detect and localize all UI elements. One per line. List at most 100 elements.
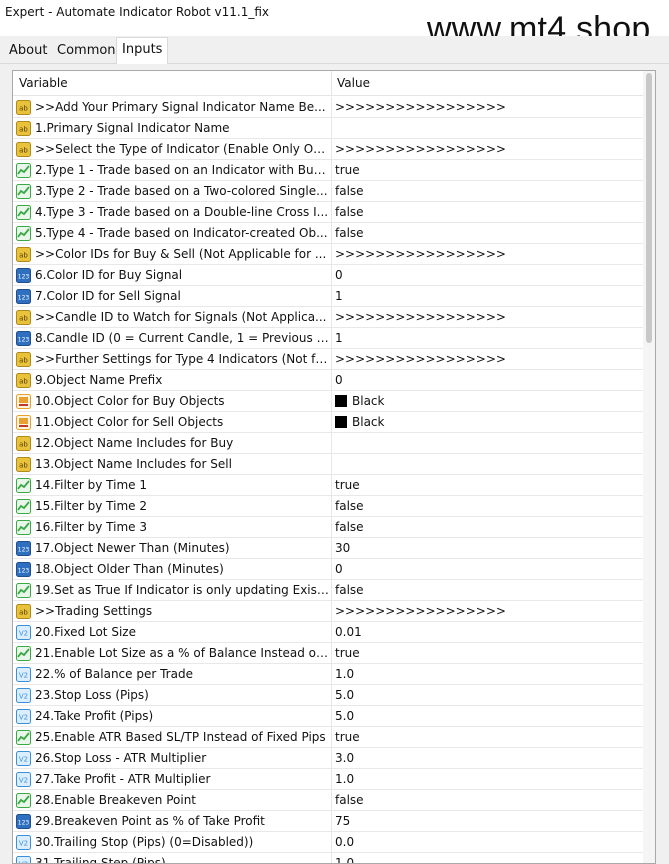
table-row[interactable]: 5.Type 4 - Trade based on Indicator-crea… [13,223,655,244]
table-row[interactable]: 123 18.Object Older Than (Minutes) 0 [13,559,655,580]
table-row[interactable]: 2.Type 1 - Trade based on an Indicator w… [13,160,655,181]
value-cell[interactable]: 75 [335,811,350,832]
value-cell[interactable]: >>>>>>>>>>>>>>>>> [335,139,506,160]
variable-name: 3.Type 2 - Trade based on a Two-colored … [35,184,328,198]
table-row[interactable]: V2 26.Stop Loss - ATR Multiplier 3.0 [13,748,655,769]
value-cell[interactable]: false [335,517,364,538]
column-header-variable[interactable]: Variable [19,71,68,96]
value-cell[interactable]: 1 [335,328,343,349]
svg-text:123: 123 [18,568,30,575]
table-row[interactable]: 123 17.Object Newer Than (Minutes) 30 [13,538,655,559]
value-cell[interactable]: false [335,181,364,202]
table-row[interactable]: 11.Object Color for Sell Objects Black [13,412,655,433]
value-cell[interactable]: 1.0 [335,664,354,685]
double-param-icon: V2 [16,751,31,766]
bool-param-icon [16,793,31,808]
value-text: 1.0 [335,772,355,786]
value-cell[interactable]: 5.0 [335,685,354,706]
table-row[interactable]: V2 31.Trailing Step (Pips) 1.0 [13,853,655,863]
value-cell[interactable]: true [335,160,360,181]
table-row[interactable]: 28.Enable Breakeven Point false [13,790,655,811]
value-cell[interactable]: 30 [335,538,350,559]
table-row[interactable]: V2 27.Take Profit - ATR Multiplier 1.0 [13,769,655,790]
table-row[interactable]: 25.Enable ATR Based SL/TP Instead of Fix… [13,727,655,748]
value-cell[interactable]: 0 [335,265,343,286]
svg-text:ab: ab [19,105,28,113]
grid-header: Variable Value [13,71,655,96]
table-row[interactable]: ab >>Select the Type of Indicator (Enable… [13,139,655,160]
cell-divider [331,811,332,832]
value-cell[interactable]: true [335,643,360,664]
table-row[interactable]: ab 1.Primary Signal Indicator Name [13,118,655,139]
table-row[interactable]: V2 30.Trailing Stop (Pips) (0=Disabled)) 0… [13,832,655,853]
value-cell[interactable]: Black [335,412,384,433]
bool-param-icon [16,583,31,598]
value-cell[interactable]: 1.0 [335,853,354,863]
value-cell[interactable]: 1 [335,286,343,307]
value-cell[interactable]: 3.0 [335,748,354,769]
cell-divider [331,580,332,601]
value-cell[interactable]: false [335,580,364,601]
table-row[interactable]: 123 6.Color ID for Buy Signal 0 [13,265,655,286]
value-cell[interactable]: true [335,727,360,748]
tab-common[interactable]: Common [52,40,121,64]
table-row[interactable]: 123 29.Breakeven Point as % of Take Profi… [13,811,655,832]
value-cell[interactable]: Black [335,391,384,412]
value-cell[interactable]: >>>>>>>>>>>>>>>>> [335,349,506,370]
table-row[interactable]: 3.Type 2 - Trade based on a Two-colored … [13,181,655,202]
column-header-value[interactable]: Value [337,71,370,96]
vertical-scrollbar[interactable] [643,71,655,863]
value-cell[interactable]: false [335,496,364,517]
value-cell[interactable]: >>>>>>>>>>>>>>>>> [335,307,506,328]
cell-divider [331,286,332,307]
value-cell[interactable]: 0 [335,559,343,580]
value-cell[interactable]: 1.0 [335,769,354,790]
variable-name: 6.Color ID for Buy Signal [35,268,183,282]
value-cell[interactable]: >>>>>>>>>>>>>>>>> [335,601,506,622]
value-cell[interactable]: 0.0 [335,832,354,853]
table-row[interactable]: 14.Filter by Time 1 true [13,475,655,496]
table-row[interactable]: 10.Object Color for Buy Objects Black [13,391,655,412]
table-row[interactable]: 19.Set as True If Indicator is only upda… [13,580,655,601]
variable-name: 10.Object Color for Buy Objects [35,394,225,408]
table-row[interactable]: 123 8.Candle ID (0 = Current Candle, 1 = … [13,328,655,349]
table-row[interactable]: 123 7.Color ID for Sell Signal 1 [13,286,655,307]
value-cell[interactable]: 0.01 [335,622,362,643]
table-row[interactable]: ab 13.Object Name Includes for Sell [13,454,655,475]
value-cell[interactable]: true [335,475,360,496]
value-cell[interactable]: >>>>>>>>>>>>>>>>> [335,244,506,265]
table-row[interactable]: ab >>Trading Settings >>>>>>>>>>>>>>>>> [13,601,655,622]
cell-divider [331,559,332,580]
double-param-icon: V2 [16,625,31,640]
table-row[interactable]: ab 12.Object Name Includes for Buy [13,433,655,454]
table-row[interactable]: 16.Filter by Time 3 false [13,517,655,538]
table-row[interactable]: V2 24.Take Profit (Pips) 5.0 [13,706,655,727]
table-row[interactable]: 15.Filter by Time 2 false [13,496,655,517]
svg-text:ab: ab [19,441,28,449]
value-cell[interactable]: false [335,202,364,223]
table-row[interactable]: V2 22.% of Balance per Trade 1.0 [13,664,655,685]
table-row[interactable]: V2 20.Fixed Lot Size 0.01 [13,622,655,643]
inputs-grid: Variable Value ab >>Add Your Primary Sign… [12,70,656,864]
value-cell[interactable]: 5.0 [335,706,354,727]
value-cell[interactable]: 0 [335,370,343,391]
table-row[interactable]: V2 23.Stop Loss (Pips) 5.0 [13,685,655,706]
value-cell[interactable]: false [335,790,364,811]
table-row[interactable]: ab 9.Object Name Prefix 0 [13,370,655,391]
table-row[interactable]: ab >>Color IDs for Buy & Sell (Not Applic… [13,244,655,265]
table-row[interactable]: 21.Enable Lot Size as a % of Balance Ins… [13,643,655,664]
column-divider[interactable] [331,71,332,96]
scrollbar-thumb[interactable] [646,73,652,343]
table-row[interactable]: 4.Type 3 - Trade based on a Double-line … [13,202,655,223]
value-text: Black [352,415,385,429]
table-row[interactable]: ab >>Candle ID to Watch for Signals (Not … [13,307,655,328]
cell-divider [331,265,332,286]
cell-divider [331,601,332,622]
table-row[interactable]: ab >>Further Settings for Type 4 Indicato… [13,349,655,370]
value-cell[interactable]: >>>>>>>>>>>>>>>>> [335,97,506,118]
tab-inputs[interactable]: Inputs [116,37,169,65]
cell-divider [331,307,332,328]
tab-about[interactable]: About [4,40,52,64]
value-cell[interactable]: false [335,223,364,244]
table-row[interactable]: ab >>Add Your Primary Signal Indicator Na… [13,97,655,118]
